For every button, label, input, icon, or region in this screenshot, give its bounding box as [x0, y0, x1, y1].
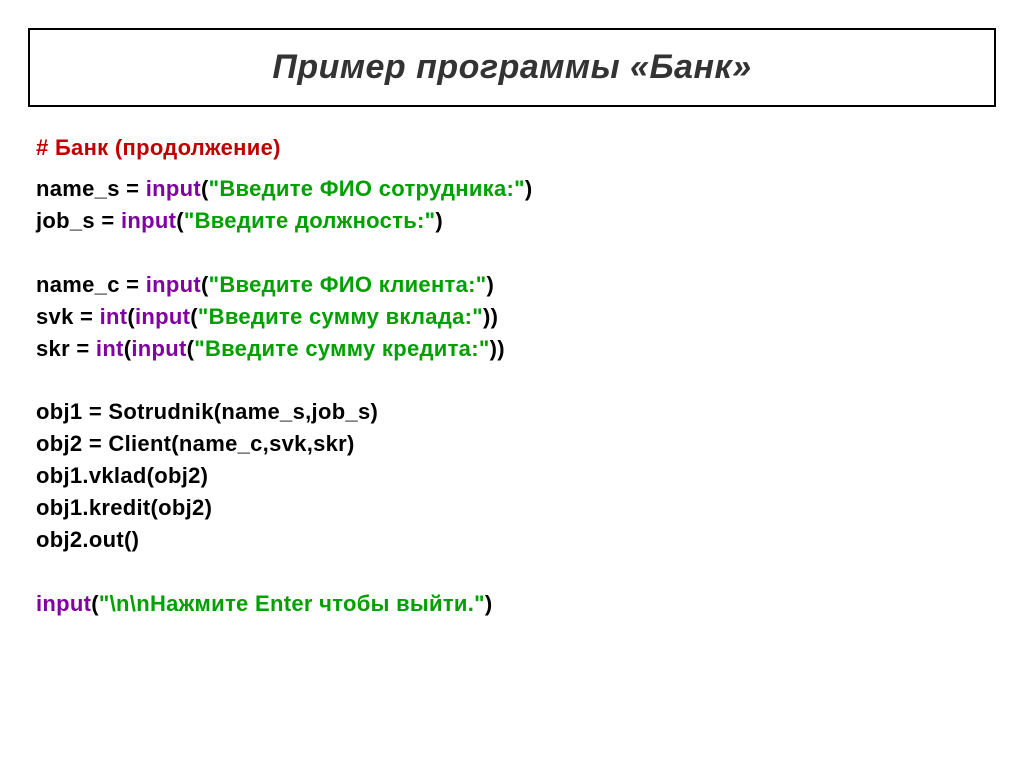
slide-container: Пример программы «Банк» # Банк (продолже…: [0, 0, 1024, 640]
string-literal: "Введите должность:": [184, 208, 436, 233]
title-box: Пример программы «Банк»: [28, 28, 996, 107]
code-line-8: obj1.vklad(obj2): [36, 460, 996, 492]
blank-line: [36, 364, 996, 396]
code-line-11: input("\n\nНажмите Enter чтобы выйти."): [36, 588, 996, 620]
blank-line: [36, 556, 996, 588]
fn-input: input: [135, 304, 190, 329]
fn-input: input: [121, 208, 176, 233]
fn-input: input: [131, 336, 186, 361]
code-line-10: obj2.out(): [36, 524, 996, 556]
string-literal: "Введите ФИО сотрудника:": [209, 176, 525, 201]
code-line-1: name_s = input("Введите ФИО сотрудника:"…: [36, 173, 996, 205]
code-line-9: obj1.kredit(obj2): [36, 492, 996, 524]
slide-title: Пример программы «Банк»: [40, 48, 984, 87]
code-line-7: obj2 = Client(name_c,svk,skr): [36, 428, 996, 460]
fn-input: input: [146, 176, 201, 201]
code-line-2: job_s = input("Введите должность:"): [36, 205, 996, 237]
code-line-5: skr = int(input("Введите сумму кредита:"…: [36, 333, 996, 365]
string-literal: "Введите ФИО клиента:": [209, 272, 487, 297]
slide-subtitle: # Банк (продолжение): [36, 135, 996, 161]
string-literal: "Введите сумму кредита:": [194, 336, 489, 361]
code-line-4: svk = int(input("Введите сумму вклада:")…: [36, 301, 996, 333]
string-literal: "\n\nНажмите Enter чтобы выйти.": [99, 591, 485, 616]
code-line-3: name_c = input("Введите ФИО клиента:"): [36, 269, 996, 301]
fn-int: int: [100, 304, 128, 329]
string-literal: "Введите сумму вклада:": [198, 304, 483, 329]
code-block: name_s = input("Введите ФИО сотрудника:"…: [36, 173, 996, 620]
fn-input: input: [146, 272, 201, 297]
fn-int: int: [96, 336, 124, 361]
code-line-6: obj1 = Sotrudnik(name_s,job_s): [36, 396, 996, 428]
fn-input: input: [36, 591, 91, 616]
blank-line: [36, 237, 996, 269]
